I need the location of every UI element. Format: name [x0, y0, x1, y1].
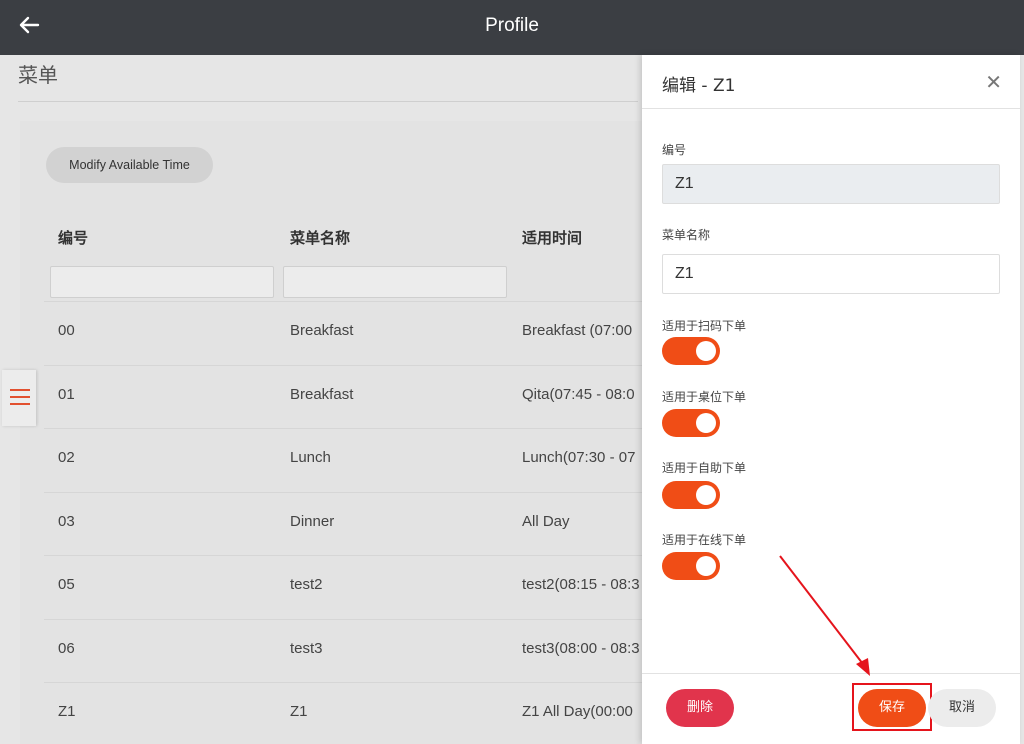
- toggle-label-scan: 适用于扫码下单: [662, 319, 747, 333]
- cell-code: 01: [58, 386, 75, 403]
- code-field: Z1: [662, 164, 1000, 204]
- toggle-label-table: 适用于桌位下单: [662, 390, 747, 404]
- delete-button[interactable]: 删除: [666, 689, 734, 727]
- side-menu-toggle[interactable]: [2, 370, 36, 426]
- column-header-time[interactable]: 适用时间: [522, 227, 582, 248]
- cell-name: test3: [290, 640, 323, 657]
- self-order-toggle[interactable]: [662, 481, 720, 509]
- toggle-label-online: 适用于在线下单: [662, 533, 747, 547]
- cell-code: 02: [58, 449, 75, 466]
- cancel-button[interactable]: 取消: [928, 689, 996, 727]
- cell-name: Z1: [290, 703, 308, 720]
- cell-name: Dinner: [290, 513, 335, 530]
- column-header-name[interactable]: 菜单名称: [290, 227, 350, 248]
- cell-code: 05: [58, 576, 75, 593]
- cell-time: Qita(07:45 - 08:0: [522, 386, 635, 403]
- divider: [642, 673, 1020, 674]
- cell-name: test2: [290, 576, 323, 593]
- table-row[interactable]: 00 Breakfast Breakfast (07:00: [44, 301, 642, 364]
- menu-name-field[interactable]: Z1: [662, 254, 1000, 294]
- page-title: 菜单: [18, 63, 58, 87]
- menu-icon: [10, 389, 30, 405]
- table-row[interactable]: Z1 Z1 Z1 All Day(00:00: [44, 682, 642, 744]
- cell-code: 00: [58, 322, 75, 339]
- cell-time: Lunch(07:30 - 07: [522, 449, 636, 466]
- toggle-label-self: 适用于自助下单: [662, 461, 747, 475]
- table-order-toggle[interactable]: [662, 409, 720, 437]
- cell-time: test3(08:00 - 08:3: [522, 640, 640, 657]
- header-title: Profile: [485, 15, 539, 36]
- cell-name: Breakfast: [290, 386, 354, 403]
- column-header-code[interactable]: 编号: [58, 227, 88, 248]
- table-row[interactable]: 05 test2 test2(08:15 - 08:3: [44, 555, 642, 618]
- app-header: Profile: [0, 0, 1024, 55]
- edit-menu-dialog: 编辑 - Z1 ✕ 编号 Z1 菜单名称 Z1 适用于扫码下单 适用于桌位下单 …: [642, 55, 1020, 744]
- modify-available-time-button[interactable]: Modify Available Time: [46, 147, 213, 183]
- save-button[interactable]: 保存: [858, 689, 926, 727]
- cell-time: All Day: [522, 513, 570, 530]
- code-filter-input[interactable]: [50, 266, 274, 298]
- close-icon[interactable]: ✕: [985, 72, 1002, 92]
- menu-name-label: 菜单名称: [662, 228, 711, 242]
- cell-code: Z1: [58, 703, 76, 720]
- online-order-toggle[interactable]: [662, 552, 720, 580]
- cell-name: Breakfast: [290, 322, 354, 339]
- cell-name: Lunch: [290, 449, 331, 466]
- cell-code: 03: [58, 513, 75, 530]
- name-filter-input[interactable]: [283, 266, 507, 298]
- code-label: 编号: [662, 143, 687, 157]
- table-row[interactable]: 06 test3 test3(08:00 - 08:3: [44, 619, 642, 682]
- cell-time: test2(08:15 - 08:3: [522, 576, 640, 593]
- cell-code: 06: [58, 640, 75, 657]
- cell-time: Z1 All Day(00:00: [522, 703, 633, 720]
- menu-table-card: Modify Available Time 编号 菜单名称 适用时间 00 Br…: [20, 121, 642, 744]
- cell-time: Breakfast (07:00: [522, 322, 633, 339]
- table-row[interactable]: 02 Lunch Lunch(07:30 - 07: [44, 428, 642, 491]
- table-row[interactable]: 03 Dinner All Day: [44, 492, 642, 555]
- divider: [642, 108, 1020, 109]
- divider: [18, 101, 638, 102]
- dialog-title: 编辑 - Z1: [662, 76, 736, 96]
- scan-order-toggle[interactable]: [662, 337, 720, 365]
- table-row[interactable]: 01 Breakfast Qita(07:45 - 08:0: [44, 365, 642, 428]
